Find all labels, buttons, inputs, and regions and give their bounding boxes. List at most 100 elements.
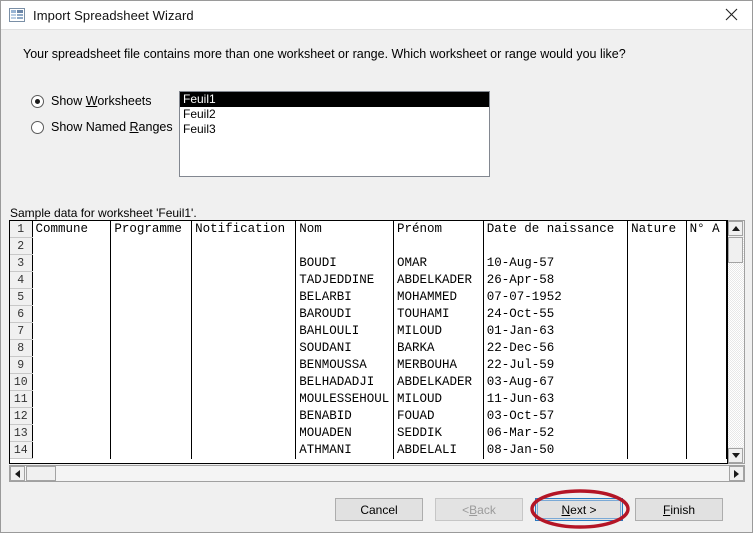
grid-cell[interactable]	[110, 271, 193, 289]
grid-cell[interactable]: BELHADADJI	[295, 373, 394, 391]
grid-cell[interactable]: BENMOUSSA	[295, 356, 394, 374]
grid-cell[interactable]: MILOUD	[393, 390, 484, 408]
grid-cell[interactable]: ABDELALI	[393, 441, 484, 459]
grid-cell[interactable]	[191, 305, 297, 323]
grid-cell[interactable]	[32, 373, 112, 391]
grid-cell[interactable]	[110, 237, 193, 255]
grid-cell[interactable]: MILOUD	[393, 322, 484, 340]
grid-cell[interactable]	[686, 390, 727, 408]
row-number[interactable]: 5	[10, 288, 33, 306]
radio-show-named-ranges[interactable]: Show Named Ranges	[31, 116, 173, 138]
grid-cell[interactable]: ABDELKADER	[393, 271, 484, 289]
grid-cell[interactable]	[191, 441, 297, 459]
row-number[interactable]: 8	[10, 339, 33, 357]
grid-cell[interactable]: 22-Dec-56	[483, 339, 629, 357]
grid-cell[interactable]: SOUDANI	[295, 339, 394, 357]
grid-cell[interactable]	[686, 373, 727, 391]
grid-cell[interactable]: FOUAD	[393, 407, 484, 425]
grid-cell[interactable]	[627, 237, 687, 255]
grid-cell[interactable]	[627, 356, 687, 374]
grid-cell[interactable]: MOULESSEHOUL	[295, 390, 394, 408]
row-number[interactable]: 13	[10, 424, 33, 442]
row-number[interactable]: 14	[10, 441, 33, 459]
grid-cell[interactable]: TADJEDDINE	[295, 271, 394, 289]
grid-cell[interactable]	[686, 322, 727, 340]
grid-cell[interactable]	[686, 356, 727, 374]
listbox-item[interactable]: Feuil3	[180, 122, 489, 137]
grid-cell[interactable]	[110, 254, 193, 272]
grid-cell[interactable]	[393, 237, 484, 255]
grid-cell[interactable]	[191, 288, 297, 306]
grid-cell[interactable]	[32, 271, 112, 289]
grid-cell[interactable]	[32, 254, 112, 272]
grid-cell[interactable]	[32, 322, 112, 340]
scroll-down-icon[interactable]	[728, 448, 743, 463]
scroll-left-icon[interactable]	[10, 466, 25, 481]
grid-horizontal-scrollbar[interactable]	[9, 465, 745, 482]
row-number[interactable]: 9	[10, 356, 33, 374]
grid-cell[interactable]	[627, 424, 687, 442]
grid-cell[interactable]: BENABID	[295, 407, 394, 425]
grid-cell[interactable]: Nom	[295, 221, 394, 238]
grid-cell[interactable]: BAROUDI	[295, 305, 394, 323]
grid-cell[interactable]: Commune	[32, 221, 112, 238]
grid-cell[interactable]: 26-Apr-58	[483, 271, 629, 289]
grid-cell[interactable]	[627, 441, 687, 459]
grid-cell[interactable]	[191, 373, 297, 391]
grid-cell[interactable]	[32, 441, 112, 459]
grid-cell[interactable]	[191, 271, 297, 289]
grid-cell[interactable]: ABDELKADER	[393, 373, 484, 391]
grid-cell[interactable]	[32, 356, 112, 374]
grid-cell[interactable]	[110, 288, 193, 306]
grid-cell[interactable]	[627, 390, 687, 408]
row-number[interactable]: 4	[10, 271, 33, 289]
grid-cell[interactable]: Nature	[627, 221, 687, 238]
row-number[interactable]: 12	[10, 407, 33, 425]
grid-cell[interactable]: Prénom	[393, 221, 484, 238]
grid-vertical-scrollbar[interactable]	[728, 220, 745, 464]
grid-cell[interactable]: 22-Jul-59	[483, 356, 629, 374]
grid-cell[interactable]	[686, 407, 727, 425]
grid-cell[interactable]	[110, 424, 193, 442]
grid-cell[interactable]	[627, 305, 687, 323]
grid-cell[interactable]	[32, 237, 112, 255]
grid-cell[interactable]	[627, 407, 687, 425]
grid-cell[interactable]: 06-Mar-52	[483, 424, 629, 442]
grid-cell[interactable]	[686, 441, 727, 459]
hscroll-thumb[interactable]	[26, 466, 56, 481]
grid-cell[interactable]	[686, 424, 727, 442]
grid-cell[interactable]: N° A	[686, 221, 727, 238]
grid-cell[interactable]: 03-Aug-67	[483, 373, 629, 391]
grid-cell[interactable]: 11-Jun-63	[483, 390, 629, 408]
grid-cell[interactable]	[191, 237, 297, 255]
row-number[interactable]: 2	[10, 237, 33, 255]
grid-cell[interactable]	[627, 288, 687, 306]
grid-cell[interactable]	[191, 339, 297, 357]
grid-cell[interactable]: BAHLOULI	[295, 322, 394, 340]
grid-cell[interactable]: OMAR	[393, 254, 484, 272]
cancel-button[interactable]: Cancel	[335, 498, 423, 521]
grid-cell[interactable]	[686, 288, 727, 306]
grid-cell[interactable]	[110, 305, 193, 323]
grid-cell[interactable]: MOUADEN	[295, 424, 394, 442]
grid-cell[interactable]	[110, 390, 193, 408]
grid-cell[interactable]: SEDDIK	[393, 424, 484, 442]
radio-worksheets-indicator[interactable]	[31, 94, 44, 108]
back-button[interactable]: < Back	[435, 498, 523, 521]
row-number[interactable]: 7	[10, 322, 33, 340]
grid-cell[interactable]	[627, 254, 687, 272]
finish-button[interactable]: Finish	[635, 498, 723, 521]
grid-cell[interactable]	[110, 373, 193, 391]
grid-cell[interactable]	[32, 339, 112, 357]
next-button[interactable]: Next >	[535, 498, 623, 521]
grid-cell[interactable]	[110, 339, 193, 357]
grid-cell[interactable]	[627, 373, 687, 391]
grid-cell[interactable]	[686, 339, 727, 357]
grid-cell[interactable]	[627, 339, 687, 357]
grid-cell[interactable]: 03-Oct-57	[483, 407, 629, 425]
grid-cell[interactable]	[483, 237, 629, 255]
grid-cell[interactable]: Date de naissance	[483, 221, 629, 238]
row-number[interactable]: 10	[10, 373, 33, 391]
grid-cell[interactable]	[32, 390, 112, 408]
grid-cell[interactable]	[32, 305, 112, 323]
